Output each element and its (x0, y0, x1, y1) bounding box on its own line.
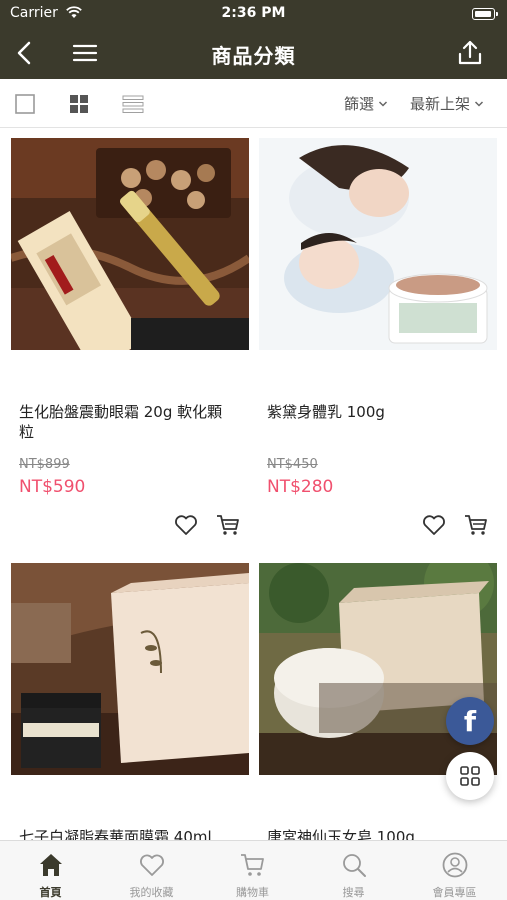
filter-label: 篩選 (344, 95, 375, 113)
product-name[interactable]: 紫黛身體乳 100g (267, 402, 485, 422)
tab-search[interactable]: 搜尋 (303, 841, 404, 900)
sale-price: NT$590 (19, 477, 86, 497)
view-toolbar: 篩選 最新上架 (0, 79, 507, 128)
search-icon (343, 854, 366, 877)
share-icon[interactable] (455, 38, 485, 68)
sort-label: 最新上架 (410, 95, 471, 113)
status-time: 2:36 PM (221, 5, 286, 21)
product-image[interactable] (11, 563, 249, 775)
sort-dropdown[interactable]: 最新上架 (410, 93, 484, 114)
user-icon (442, 852, 468, 878)
tab-label: 會員專區 (432, 886, 477, 899)
sale-price: NT$280 (267, 477, 334, 497)
navigation-bar: 商品分類 (0, 28, 507, 79)
category-grid-button[interactable] (446, 752, 494, 800)
top-bar: Carrier 2:36 PM 商品分類 (0, 0, 507, 79)
product-image[interactable] (259, 138, 497, 350)
tab-member[interactable]: 會員專區 (404, 841, 505, 900)
tab-favorites[interactable]: 我的收藏 (101, 841, 202, 900)
cart-icon[interactable] (215, 512, 241, 538)
tab-label: 首頁 (39, 886, 62, 899)
bottom-tab-bar: 首頁 我的收藏 購物車 搜尋 會員專區 (0, 840, 507, 900)
heart-icon (140, 854, 164, 876)
battery-icon (472, 8, 498, 20)
tab-home[interactable]: 首頁 (0, 841, 101, 900)
original-price: NT$450 (267, 457, 318, 472)
single-view-icon[interactable] (14, 93, 36, 115)
status-bar: Carrier 2:36 PM (0, 0, 507, 28)
tab-label: 搜尋 (342, 886, 365, 899)
page-title: 商品分類 (211, 44, 296, 68)
tab-label: 購物車 (236, 886, 269, 899)
product-image[interactable] (11, 138, 249, 350)
heart-icon[interactable] (173, 512, 199, 538)
cart-icon[interactable] (463, 512, 489, 538)
heart-icon[interactable] (421, 512, 447, 538)
list-view-icon[interactable] (122, 93, 144, 115)
product-name[interactable]: 生化胎盤震動眼霜 20g 軟化顆粒 (19, 402, 237, 442)
facebook-icon: f (463, 705, 477, 738)
original-price: NT$899 (19, 457, 70, 472)
cart-icon (241, 854, 264, 876)
home-icon (40, 854, 62, 876)
tab-label: 我的收藏 (129, 886, 174, 899)
chevron-down-icon (378, 100, 388, 107)
filter-dropdown[interactable]: 篩選 (344, 93, 388, 114)
chevron-down-icon (474, 100, 484, 107)
facebook-button[interactable]: f (446, 697, 494, 745)
grid-view-icon[interactable] (68, 93, 90, 115)
grid-icon (460, 766, 480, 786)
tab-cart[interactable]: 購物車 (202, 841, 303, 900)
